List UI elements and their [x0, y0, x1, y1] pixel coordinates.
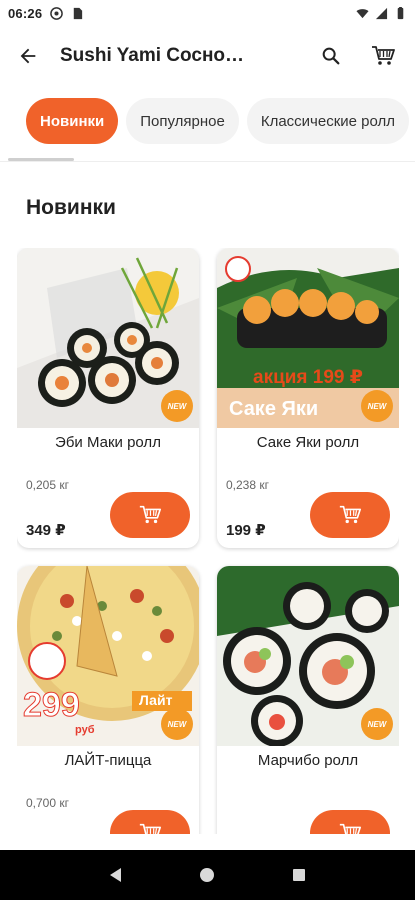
status-bar: 06:26	[0, 0, 415, 26]
product-weight: 0,205 кг	[26, 478, 69, 492]
category-tabs: Новинки Популярное Классические ролл	[0, 98, 415, 158]
arrow-left-icon	[20, 48, 36, 64]
back-button[interactable]	[0, 28, 56, 84]
product-weight: 0,700 кг	[26, 796, 69, 810]
new-badge: NEW	[361, 390, 393, 422]
product-image: NEW	[17, 248, 199, 428]
product-image: акция 199 ₽ Саке Яки NEW	[217, 248, 399, 428]
tab-popular[interactable]: Популярное	[126, 98, 239, 144]
nav-recents-button[interactable]	[279, 855, 319, 895]
search-button[interactable]	[307, 32, 355, 80]
circle-home-icon	[200, 868, 215, 882]
product-name: Марчибо ролл	[257, 752, 359, 769]
product-image: NEW	[217, 566, 399, 746]
product-grid: NEW Эби Маки ролл 0,205 кг 349 ₽ акция 1…	[17, 248, 399, 834]
cart-icon	[372, 46, 395, 65]
cart-button[interactable]	[359, 32, 407, 80]
section-title: Новинки	[26, 196, 116, 219]
add-to-cart-button[interactable]	[310, 810, 390, 834]
product-card[interactable]: NEW Марчибо ролл	[217, 566, 399, 834]
cart-icon	[339, 823, 361, 834]
new-badge: NEW	[161, 390, 193, 422]
promo-currency: руб	[75, 724, 95, 736]
promo-label: Лайт	[139, 692, 173, 708]
nav-back-button[interactable]	[96, 855, 136, 895]
system-nav-bar	[0, 850, 415, 900]
product-image: 299 руб Лайт NEW	[17, 566, 199, 746]
product-name: Эби Маки ролл	[55, 434, 161, 451]
signal-icon	[375, 7, 388, 19]
product-weight: 0,238 кг	[226, 478, 269, 492]
cart-icon	[339, 505, 361, 524]
add-to-cart-button[interactable]	[310, 492, 390, 538]
add-to-cart-button[interactable]	[110, 492, 190, 538]
promo-title: Саке Яки	[229, 398, 319, 420]
product-name: Саке Яки ролл	[256, 434, 360, 451]
product-price: 349 ₽	[26, 522, 66, 539]
product-name: ЛАЙТ-пицца	[64, 752, 152, 769]
promo-text: акция 199 ₽	[253, 367, 364, 388]
square-recents-icon	[293, 869, 306, 881]
nav-home-button[interactable]	[187, 855, 227, 895]
status-time: 06:26	[8, 5, 43, 21]
new-badge: NEW	[161, 708, 193, 740]
battery-icon	[397, 6, 404, 19]
divider	[0, 161, 415, 162]
cart-icon	[139, 823, 161, 834]
cart-icon	[139, 505, 161, 524]
triangle-back-icon	[109, 868, 121, 882]
bottom-spacer	[0, 834, 415, 850]
tab-novinki[interactable]: Новинки	[26, 98, 119, 144]
new-badge: NEW	[361, 708, 393, 740]
wifi-icon	[356, 8, 369, 18]
tab-classic-rolls[interactable]: Классические ролл	[246, 98, 410, 144]
app-bar: Sushi Yami Сосно…	[0, 26, 415, 86]
promo-price: 299	[23, 686, 81, 725]
product-card[interactable]: NEW Эби Маки ролл 0,205 кг 349 ₽	[17, 248, 199, 548]
search-icon	[322, 47, 340, 65]
sim-icon	[74, 7, 83, 19]
notification-icon	[50, 6, 64, 20]
product-card[interactable]: акция 199 ₽ Саке Яки NEW Саке Яки ролл 0…	[217, 248, 399, 548]
add-to-cart-button[interactable]	[110, 810, 190, 834]
page-title: Sushi Yami Сосно…	[60, 45, 245, 66]
product-price: 199 ₽	[226, 522, 266, 539]
product-card[interactable]: 299 руб Лайт NEW ЛАЙТ-пицца 0,700 кг	[17, 566, 199, 834]
